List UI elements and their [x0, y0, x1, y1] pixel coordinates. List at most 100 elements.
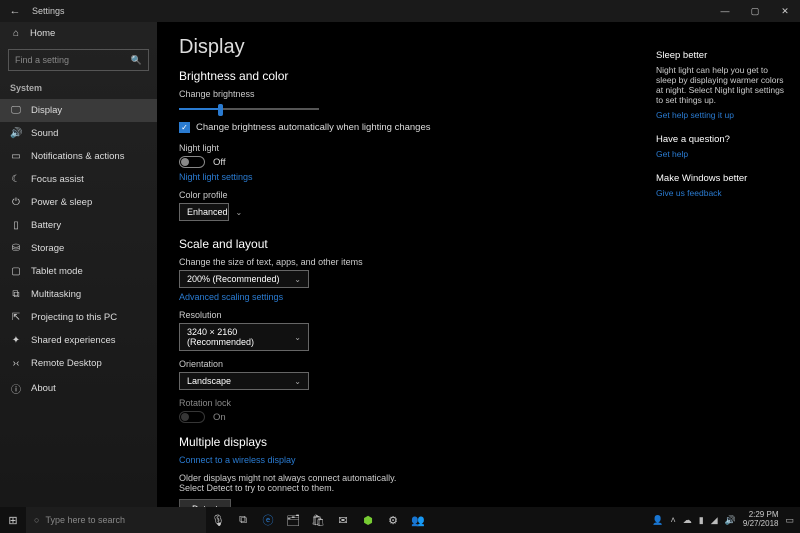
multiple-heading: Multiple displays: [179, 435, 628, 449]
content: Display Brightness and color Change brig…: [157, 22, 650, 507]
minimize-button[interactable]: ―: [710, 0, 740, 22]
autobright-label: Change brightness automatically when lig…: [196, 122, 430, 133]
nav-label: Display: [31, 105, 62, 116]
chevron-down-icon: ⌄: [294, 377, 301, 386]
volume-icon[interactable]: 🔊: [725, 515, 736, 526]
scale-dropdown[interactable]: 200% (Recommended)⌄: [179, 270, 309, 288]
brightness-slider[interactable]: [179, 102, 319, 116]
settings-icon[interactable]: ⚙: [381, 507, 405, 533]
battery-icon[interactable]: ▮: [699, 515, 704, 526]
nav-label: Tablet mode: [31, 266, 83, 277]
orientation-dropdown[interactable]: Landscape⌄: [179, 372, 309, 390]
sidebar-item-notifications-actions[interactable]: ▭ Notifications & actions: [0, 145, 157, 168]
store-icon[interactable]: 🛍: [306, 507, 330, 533]
people-icon[interactable]: 👤: [652, 515, 663, 526]
start-button[interactable]: ⊞: [0, 514, 26, 527]
detect-button[interactable]: Detect: [179, 499, 231, 507]
nav-label: Battery: [31, 220, 61, 231]
sidebar-item-sound[interactable]: 🔊Sound: [0, 122, 157, 145]
cloud-icon[interactable]: ☁: [683, 515, 692, 526]
page-title: Display: [179, 36, 628, 59]
wireless-display-link[interactable]: Connect to a wireless display: [179, 455, 628, 465]
nav-icon: ⧉: [10, 289, 22, 300]
explorer-icon[interactable]: 🗂: [281, 507, 305, 533]
nav-label: Shared experiences: [31, 335, 116, 346]
sidebar-item-tablet-mode[interactable]: ▢ Tablet mode: [0, 260, 157, 283]
autobright-checkbox[interactable]: ✓: [179, 122, 190, 133]
taskbar-search[interactable]: ○ Type here to search: [26, 507, 206, 533]
sidebar-item-focus-assist[interactable]: ☾ Focus assist: [0, 168, 157, 191]
nightlight-toggle[interactable]: [179, 156, 205, 168]
nav-icon: ⓘ: [10, 381, 22, 396]
scale-heading: Scale and layout: [179, 237, 628, 251]
sleep-body: Night light can help you get to sleep by…: [656, 65, 790, 105]
brightness-heading: Brightness and color: [179, 69, 628, 83]
notification-icon[interactable]: ▭: [785, 515, 794, 526]
nav-icon: ›‹: [10, 358, 22, 369]
orientation-label: Orientation: [179, 359, 628, 369]
nav-label: Storage: [31, 243, 64, 254]
home-label: Home: [30, 28, 55, 39]
sleep-link[interactable]: Get help setting it up: [656, 110, 790, 120]
system-tray[interactable]: 👤 ˄ ☁ ▮ ◢ 🔊 2:29 PM 9/27/2018 ▭: [646, 511, 800, 529]
back-button[interactable]: ←: [0, 5, 30, 17]
sidebar-item-shared-experiences[interactable]: ✦ Shared experiences: [0, 329, 157, 352]
nav-icon: ⛁: [10, 243, 22, 254]
taskview-icon[interactable]: ⧉: [231, 507, 255, 533]
sidebar-item-multitasking[interactable]: ⧉ Multitasking: [0, 283, 157, 306]
rotation-toggle: [179, 411, 205, 423]
teams-icon[interactable]: 👥: [406, 507, 430, 533]
edge-icon[interactable]: ⓔ: [256, 507, 280, 533]
gethelp-link[interactable]: Get help: [656, 149, 790, 159]
sidebar-item-remote-desktop[interactable]: ›‹ Remote Desktop: [0, 352, 157, 375]
colorprofile-dropdown[interactable]: Enhanced⌄: [179, 203, 229, 221]
search-placeholder: Find a setting: [15, 55, 69, 65]
window-title: Settings: [30, 6, 710, 16]
nav-icon: ☾: [10, 174, 22, 185]
nav-label: Remote Desktop: [31, 358, 102, 369]
mic-icon[interactable]: 🎙: [206, 507, 230, 533]
app-icon[interactable]: ⬢: [356, 507, 380, 533]
home-button[interactable]: ⌂ Home: [0, 22, 157, 45]
right-column: Sleep better Night light can help you ge…: [650, 22, 800, 507]
nav-icon: ▯: [10, 220, 22, 231]
nav-icon: ⏻: [10, 197, 22, 208]
rotation-state: On: [213, 412, 226, 423]
sidebar-item-battery[interactable]: ▯ Battery: [0, 214, 157, 237]
sleep-heading: Sleep better: [656, 50, 790, 61]
nav-icon: 🖵: [10, 105, 22, 116]
wifi-icon[interactable]: ◢: [711, 515, 718, 526]
sidebar-item-about[interactable]: ⓘ About: [0, 375, 157, 402]
nav-label: Multitasking: [31, 289, 81, 300]
nav-icon: ✦: [10, 335, 22, 346]
nav-icon: ▭: [10, 151, 22, 162]
search-input[interactable]: Find a setting 🔍: [8, 49, 149, 71]
sidebar-item-projecting-to-this-pc[interactable]: ⇱Projecting to this PC: [0, 306, 157, 329]
nightlight-label: Night light: [179, 143, 628, 153]
brightness-label: Change brightness: [179, 89, 628, 99]
tray-chevron-icon[interactable]: ˄: [671, 515, 676, 525]
nav-label: Focus assist: [31, 174, 84, 185]
mail-icon[interactable]: ✉: [331, 507, 355, 533]
scale-label: Change the size of text, apps, and other…: [179, 257, 628, 267]
clock[interactable]: 2:29 PM 9/27/2018: [743, 511, 779, 529]
nav-icon: ▢: [10, 266, 22, 277]
question-heading: Have a question?: [656, 134, 790, 145]
search-icon: 🔍: [131, 55, 142, 66]
resolution-dropdown[interactable]: 3240 × 2160 (Recommended)⌄: [179, 323, 309, 351]
nightlight-settings-link[interactable]: Night light settings: [179, 172, 628, 182]
nav-label: About: [31, 383, 56, 394]
sidebar-item-storage[interactable]: ⛁ Storage: [0, 237, 157, 260]
feedback-link[interactable]: Give us feedback: [656, 188, 790, 198]
nav-label: Notifications & actions: [31, 151, 124, 162]
sidebar: ⌂ Home Find a setting 🔍 System 🖵Display🔊…: [0, 22, 157, 507]
close-button[interactable]: ✕: [770, 0, 800, 22]
sidebar-item-power-sleep[interactable]: ⏻Power & sleep: [0, 191, 157, 214]
advanced-scaling-link[interactable]: Advanced scaling settings: [179, 292, 628, 302]
resolution-label: Resolution: [179, 310, 628, 320]
chevron-down-icon: ⌄: [236, 208, 243, 217]
taskbar: ⊞ ○ Type here to search 🎙 ⧉ ⓔ 🗂 🛍 ✉ ⬢ ⚙ …: [0, 507, 800, 533]
maximize-button[interactable]: ▢: [740, 0, 770, 22]
sidebar-item-display[interactable]: 🖵 Display: [0, 99, 157, 122]
nav-icon: 🔊: [10, 128, 22, 139]
